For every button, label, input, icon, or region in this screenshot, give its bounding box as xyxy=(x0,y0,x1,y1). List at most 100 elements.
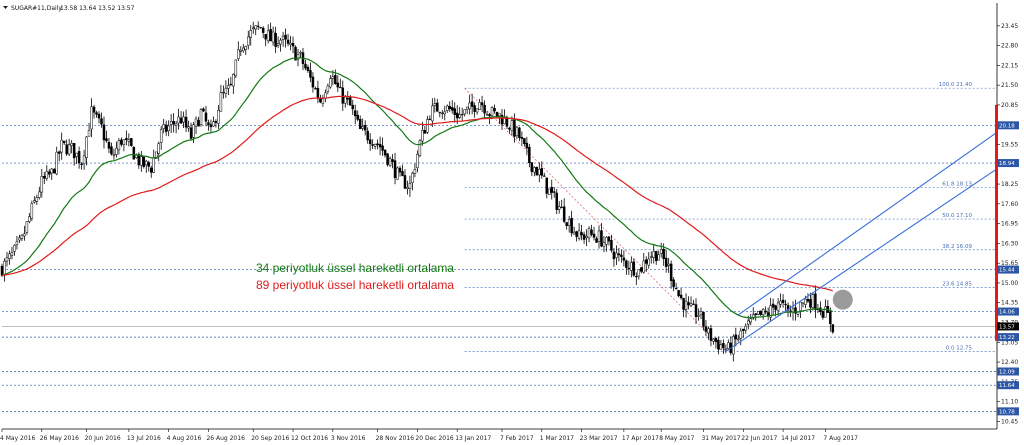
candle-body xyxy=(538,169,541,176)
candle-body xyxy=(70,142,73,146)
candle-body xyxy=(684,301,688,310)
candle-body xyxy=(438,111,442,114)
y-tick-label: 21.50 xyxy=(1001,82,1018,89)
candle-body xyxy=(615,252,618,258)
candle-body xyxy=(95,112,98,115)
candle-body xyxy=(692,303,695,305)
candle-body xyxy=(52,169,56,174)
price-chart[interactable]: 100.0 21.40 61.8 18.13 50.0 17.10 38.2 16.0… xyxy=(0,0,1024,445)
candle-body xyxy=(784,303,787,305)
candle-body xyxy=(33,200,36,203)
candle-body xyxy=(314,88,317,90)
x-tick-label: 23 Mar 2017 xyxy=(580,435,618,442)
candle-body xyxy=(309,70,312,78)
candle-body xyxy=(625,260,628,268)
candle-body xyxy=(67,144,71,155)
x-tick-label: 13 Jul 2016 xyxy=(127,435,161,442)
candle-body xyxy=(717,339,720,350)
candle-body xyxy=(20,234,24,239)
candle-body xyxy=(386,153,389,165)
candle-body xyxy=(125,138,128,140)
candle-body xyxy=(117,140,121,151)
candle-body xyxy=(824,306,827,318)
y-tick-label: 16.95 xyxy=(1001,221,1018,228)
ema89-annotation: 89 periyotluk üssel hareketli ortalama xyxy=(256,278,454,292)
candle-body xyxy=(607,236,611,242)
candle-body xyxy=(441,112,444,114)
candle-body xyxy=(100,118,103,125)
candle-body xyxy=(331,76,335,79)
candle-body xyxy=(433,103,437,106)
candle-body xyxy=(480,102,484,106)
candle-body xyxy=(742,328,745,331)
candle-body xyxy=(10,252,14,256)
candle-body xyxy=(398,167,402,173)
candle-body xyxy=(396,167,399,180)
candle-body xyxy=(172,121,175,125)
candle-body xyxy=(40,176,44,193)
x-tick-label: 7 Aug 2017 xyxy=(823,435,858,442)
candle-body xyxy=(436,102,439,112)
candle-body xyxy=(475,108,479,113)
candle-body xyxy=(209,124,213,128)
candle-body xyxy=(771,303,775,308)
candle-body xyxy=(664,257,668,267)
candle-body xyxy=(557,206,561,210)
candle-body xyxy=(446,105,449,111)
level-price-label: 11.64 xyxy=(999,383,1015,389)
candle-body xyxy=(632,261,636,276)
candle-body xyxy=(376,143,379,146)
candle-body xyxy=(112,154,116,156)
candle-body xyxy=(97,113,101,119)
candle-body xyxy=(393,160,397,178)
candle-body xyxy=(212,121,215,127)
candle-body xyxy=(470,101,474,107)
candle-body xyxy=(234,59,238,77)
candle-body xyxy=(408,183,412,189)
candle-body xyxy=(251,27,255,29)
candle-body xyxy=(306,66,310,71)
candle-body xyxy=(77,151,81,164)
candle-body xyxy=(366,130,369,141)
candle-body xyxy=(361,126,364,129)
fib-level-label: 0.0 12.75 xyxy=(946,345,973,351)
candle-body xyxy=(659,249,663,254)
x-tick-label: 13 Jan 2017 xyxy=(455,435,491,442)
candle-body xyxy=(744,325,748,331)
x-tick-label: 8 May 2017 xyxy=(659,435,694,442)
candle-body xyxy=(448,106,451,110)
candle-body xyxy=(30,203,34,219)
candle-body xyxy=(271,31,275,43)
candle-body xyxy=(184,116,188,128)
candle-body xyxy=(329,78,332,88)
candle-body xyxy=(587,228,591,239)
x-tick-label: 20 Jun 2016 xyxy=(85,435,121,442)
candle-body xyxy=(562,206,566,222)
candle-body xyxy=(174,123,178,126)
y-tick-label: 12.40 xyxy=(1001,359,1018,366)
candle-body xyxy=(555,192,558,210)
candle-body xyxy=(749,318,752,323)
candle-body xyxy=(383,149,387,156)
candle-body xyxy=(150,167,153,173)
candle-body xyxy=(403,175,407,189)
candle-body xyxy=(543,175,546,177)
candle-body xyxy=(702,311,705,327)
candle-body xyxy=(687,302,690,306)
x-tick-label: 17 Apr 2017 xyxy=(622,435,659,442)
candle-body xyxy=(266,30,270,42)
candle-body xyxy=(304,63,307,69)
candle-body xyxy=(157,143,160,154)
candle-body xyxy=(781,299,785,304)
candle-body xyxy=(0,265,4,276)
candle-body xyxy=(518,127,521,138)
candle-body xyxy=(570,217,573,234)
candle-body xyxy=(239,49,243,52)
candle-body xyxy=(388,158,392,166)
candle-body xyxy=(363,124,367,131)
circle-marker xyxy=(832,289,853,310)
x-tick-label: 4 May 2016 xyxy=(0,435,35,442)
candle-body xyxy=(227,85,230,89)
candle-body xyxy=(217,109,220,124)
candle-body xyxy=(458,114,461,118)
